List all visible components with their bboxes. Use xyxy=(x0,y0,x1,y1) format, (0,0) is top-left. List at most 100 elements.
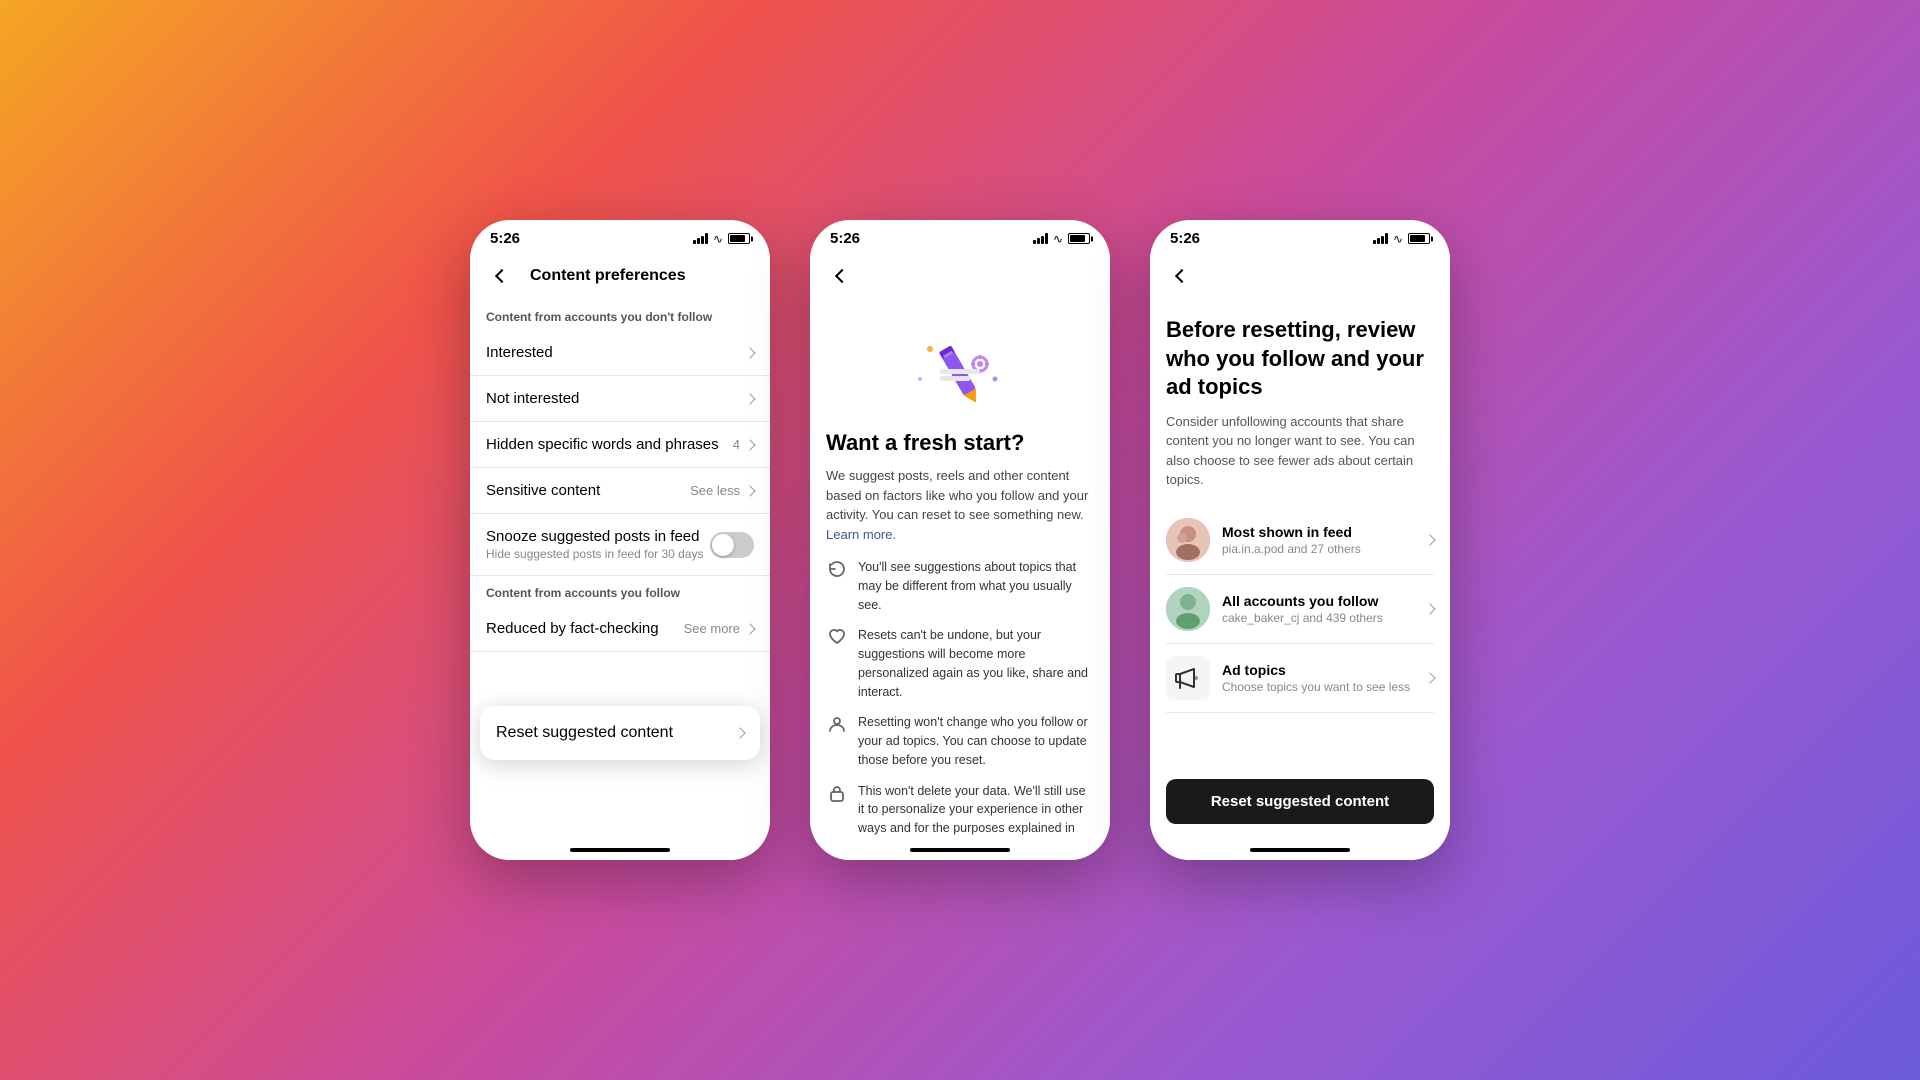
fresh-start-desc: We suggest posts, reels and other conten… xyxy=(826,466,1094,544)
battery-icon-2 xyxy=(1068,233,1090,244)
bullet-text-3: Resetting won't change who you follow or… xyxy=(858,713,1094,769)
status-icons-2: ∿ xyxy=(1033,232,1090,246)
chevron-right-icon-3 xyxy=(744,439,755,450)
review-item-ad-topics-sub: Choose topics you want to see less xyxy=(1222,680,1410,694)
menu-item-not-interested-label: Not interested xyxy=(486,390,579,407)
status-time-2: 5:26 xyxy=(830,230,860,247)
status-bar-1: 5:26 ∿ xyxy=(470,220,770,252)
nav-bar-3 xyxy=(1150,252,1450,300)
nav-bar-2 xyxy=(810,252,1110,300)
heart-icon xyxy=(826,626,848,648)
menu-item-interested[interactable]: Interested xyxy=(470,330,770,376)
menu-item-not-interested[interactable]: Not interested xyxy=(470,376,770,422)
bullet-list: You'll see suggestions about topics that… xyxy=(826,558,1094,840)
menu-item-fact-check-right: See more xyxy=(684,621,754,636)
review-item-most-shown-left: Most shown in feed pia.in.a.pod and 27 o… xyxy=(1166,518,1361,562)
status-icons-3: ∿ xyxy=(1373,232,1430,246)
review-chevron-3 xyxy=(1424,672,1435,683)
avatar-most-shown xyxy=(1166,518,1210,562)
page-title-1: Content preferences xyxy=(530,267,686,285)
reset-popup-label: Reset suggested content xyxy=(496,724,673,742)
review-desc: Consider unfollowing accounts that share… xyxy=(1166,412,1434,490)
battery-icon-1 xyxy=(728,233,750,244)
review-item-ad-topics-text: Ad topics Choose topics you want to see … xyxy=(1222,662,1410,694)
review-chevron-2 xyxy=(1424,603,1435,614)
illustration xyxy=(826,324,1094,414)
avatar-ad-topics xyxy=(1166,656,1210,700)
reset-suggested-content-button[interactable]: Reset suggested content xyxy=(480,706,760,760)
avatar-all-accounts xyxy=(1166,587,1210,631)
wifi-icon-1: ∿ xyxy=(713,232,723,246)
review-item-ad-topics[interactable]: Ad topics Choose topics you want to see … xyxy=(1166,644,1434,713)
bullet-text-2: Resets can't be undone, but your suggest… xyxy=(858,626,1094,701)
back-button-2[interactable] xyxy=(826,260,858,292)
fresh-start-illustration xyxy=(900,324,1020,414)
status-time-3: 5:26 xyxy=(1170,230,1200,247)
chevron-right-icon xyxy=(744,347,755,358)
menu-item-sensitive-right: See less xyxy=(690,483,754,498)
review-item-ad-topics-title: Ad topics xyxy=(1222,662,1410,678)
review-item-all-accounts-title: All accounts you follow xyxy=(1222,593,1383,609)
menu-item-fact-check[interactable]: Reduced by fact-checking See more xyxy=(470,606,770,652)
home-bar-3 xyxy=(1250,848,1350,852)
menu-item-hidden-words[interactable]: Hidden specific words and phrases 4 xyxy=(470,422,770,468)
learn-more-link[interactable]: Learn more. xyxy=(826,527,896,542)
reset-popup: Reset suggested content xyxy=(480,706,760,760)
status-bar-3: 5:26 ∿ xyxy=(1150,220,1450,252)
menu-item-snooze[interactable]: Snooze suggested posts in feed Hide sugg… xyxy=(470,514,770,576)
fresh-start-content: Want a fresh start? We suggest posts, re… xyxy=(810,300,1110,840)
megaphone-icon xyxy=(1166,656,1210,700)
review-item-most-shown[interactable]: Most shown in feed pia.in.a.pod and 27 o… xyxy=(1166,506,1434,575)
review-item-ad-topics-left: Ad topics Choose topics you want to see … xyxy=(1166,656,1410,700)
chevron-right-icon-4 xyxy=(744,485,755,496)
phone2: 5:26 ∿ xyxy=(810,220,1110,860)
review-content: Before resetting, review who you follow … xyxy=(1150,300,1450,840)
bullet-text-4: This won't delete your data. We'll still… xyxy=(858,782,1094,841)
sensitive-badge: See less xyxy=(690,483,740,498)
wifi-icon-2: ∿ xyxy=(1053,232,1063,246)
menu-item-sensitive[interactable]: Sensitive content See less xyxy=(470,468,770,514)
home-bar-2 xyxy=(910,848,1010,852)
nav-bar-1: Content preferences xyxy=(470,252,770,300)
wifi-icon-3: ∿ xyxy=(1393,232,1403,246)
status-bar-2: 5:26 ∿ xyxy=(810,220,1110,252)
review-list: Most shown in feed pia.in.a.pod and 27 o… xyxy=(1166,506,1434,713)
bullet-item-1: You'll see suggestions about topics that… xyxy=(826,558,1094,614)
snooze-toggle[interactable] xyxy=(710,532,754,558)
phone1-content: Content from accounts you don't follow I… xyxy=(470,300,770,840)
back-chevron-icon-3 xyxy=(1175,269,1189,283)
review-item-all-accounts-left: All accounts you follow cake_baker_cj an… xyxy=(1166,587,1383,631)
chevron-right-icon-2 xyxy=(744,393,755,404)
signal-icon-1 xyxy=(693,233,708,244)
fresh-start-desc-text: We suggest posts, reels and other conten… xyxy=(826,468,1088,522)
hidden-words-badge: 4 xyxy=(733,437,740,452)
chevron-right-icon-5 xyxy=(744,623,755,634)
menu-item-snooze-left: Snooze suggested posts in feed Hide sugg… xyxy=(486,528,703,561)
menu-item-not-interested-right xyxy=(746,395,754,403)
fact-check-badge: See more xyxy=(684,621,740,636)
review-chevron-1 xyxy=(1424,534,1435,545)
home-bar-1 xyxy=(570,848,670,852)
reset-button[interactable]: Reset suggested content xyxy=(1166,779,1434,824)
back-button-3[interactable] xyxy=(1166,260,1198,292)
back-chevron-icon-2 xyxy=(835,269,849,283)
signal-icon-2 xyxy=(1033,233,1048,244)
back-chevron-icon-1 xyxy=(495,269,509,283)
lock-icon xyxy=(826,782,848,804)
person-icon xyxy=(826,713,848,735)
menu-item-interested-right xyxy=(746,349,754,357)
status-icons-1: ∿ xyxy=(693,232,750,246)
menu-item-snooze-sub: Hide suggested posts in feed for 30 days xyxy=(486,547,703,561)
menu-item-fact-check-label: Reduced by fact-checking xyxy=(486,620,659,637)
menu-item-hidden-words-label: Hidden specific words and phrases xyxy=(486,436,719,453)
signal-icon-3 xyxy=(1373,233,1388,244)
home-indicator-3 xyxy=(1150,840,1450,860)
bullet-item-2: Resets can't be undone, but your suggest… xyxy=(826,626,1094,701)
review-item-all-accounts[interactable]: All accounts you follow cake_baker_cj an… xyxy=(1166,575,1434,644)
battery-icon-3 xyxy=(1408,233,1430,244)
review-item-all-accounts-sub: cake_baker_cj and 439 others xyxy=(1222,611,1383,625)
menu-item-hidden-words-right: 4 xyxy=(733,437,754,452)
back-button-1[interactable] xyxy=(486,260,518,292)
review-title: Before resetting, review who you follow … xyxy=(1166,316,1434,402)
bullet-item-4: This won't delete your data. We'll still… xyxy=(826,782,1094,841)
